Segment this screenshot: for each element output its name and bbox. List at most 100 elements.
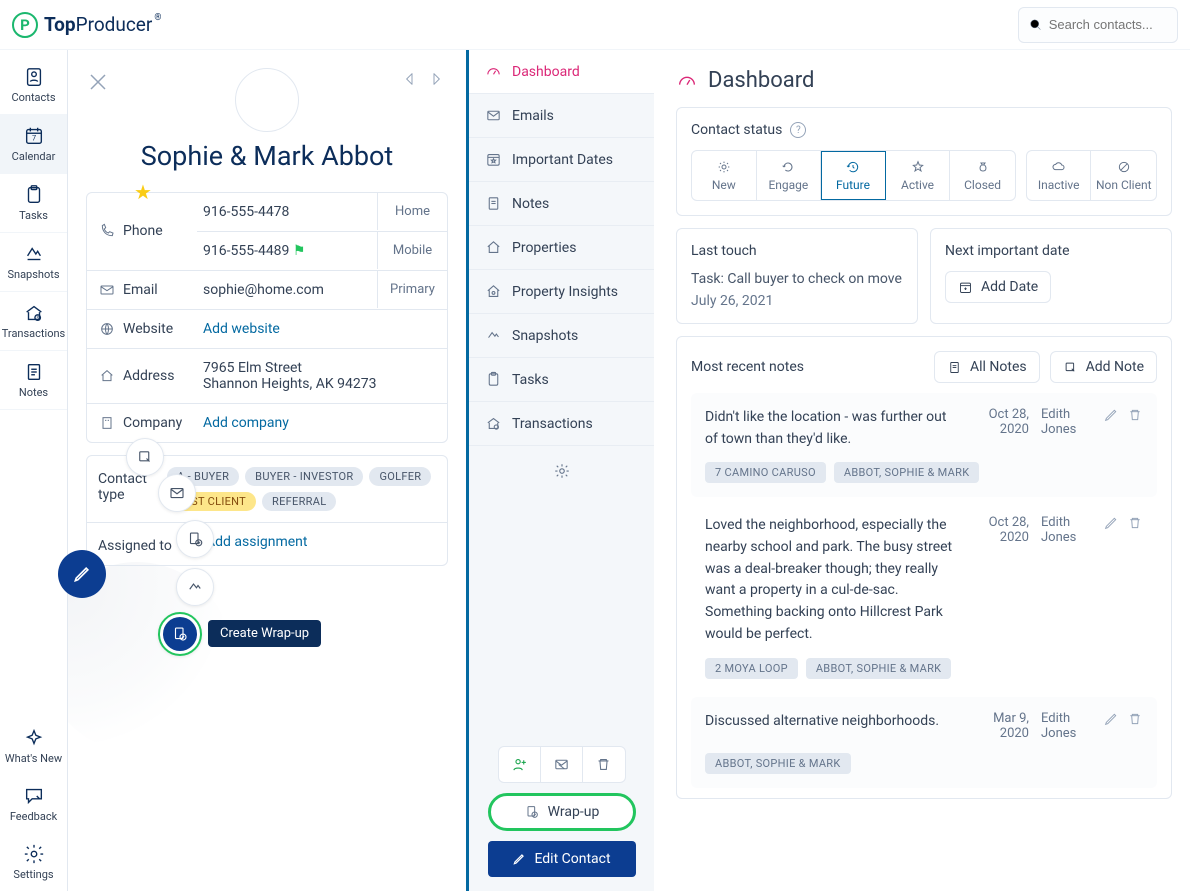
add-contact-button[interactable] [499,747,541,782]
wrapup-button[interactable]: Wrap-up [488,793,636,831]
phone-mobile-row[interactable]: 916-555-4489 ⚑ Mobile [197,232,447,270]
fab-email-button[interactable] [158,474,196,512]
feedback-icon [23,785,45,807]
nav-whats-new[interactable]: What's New [5,717,62,775]
last-touch-panel: Last touch Task: Call buyer to check on … [676,228,918,324]
help-icon[interactable]: ? [790,122,806,138]
trend-icon [485,327,502,344]
flag-icon: ⚑ [293,243,306,259]
company-label: Company [87,404,197,442]
nav-tasks[interactable]: Tasks [0,174,67,233]
fab-main-button[interactable] [58,550,106,598]
logo-mark-icon: P [12,12,38,38]
fab-snapshot-button[interactable] [176,568,214,606]
close-button[interactable] [86,70,110,98]
status-inactive[interactable]: Inactive [1027,151,1092,200]
type-pill[interactable]: GOLFER [369,467,431,486]
tab-property-insights[interactable]: Property Insights [469,270,654,314]
website-label: Website [87,310,197,348]
transactions-icon: $ [23,302,45,324]
favorite-star-icon[interactable]: ★ [134,180,152,205]
note-text: Loved the neighborhood, especially the n… [705,515,953,645]
edit-note-icon[interactable] [1103,711,1119,727]
note-text: Didn't like the location - was further o… [705,407,953,450]
fab-note-button[interactable] [126,438,164,476]
tab-snapshots[interactable]: Snapshots [469,314,654,358]
nav-contacts[interactable]: Contacts [0,56,67,115]
status-new[interactable]: New [692,151,757,200]
tab-dashboard[interactable]: Dashboard [469,50,654,94]
fab-copy-button[interactable] [176,520,214,558]
email-icon [168,484,186,502]
email-row[interactable]: sophie@home.com Primary [197,271,447,309]
unsubscribe-button[interactable] [541,747,583,782]
note-tag[interactable]: ABBOT, SOPHIE & MARK [705,753,851,774]
prev-contact-button[interactable] [402,70,418,92]
note-tag[interactable]: 7 CAMINO CARUSO [705,462,826,483]
type-pill[interactable]: BUYER - INVESTOR [245,467,363,486]
nav-label: Feedback [10,810,57,823]
nav-notes[interactable]: Notes [0,351,67,410]
sparkle-icon [23,727,45,749]
tab-notes[interactable]: Notes [469,182,654,226]
nav-snapshots[interactable]: Snapshots [0,233,67,292]
tab-important-dates[interactable]: Important Dates [469,138,654,182]
nav-transactions[interactable]: $ Transactions [0,292,67,351]
recent-notes-panel: Most recent notes All Notes Add Note Did… [676,336,1172,799]
contact-avatar[interactable] [235,68,299,132]
note-tag[interactable]: ABBOT, SOPHIE & MARK [834,462,980,483]
status-future[interactable]: Future [821,151,886,200]
nav-settings[interactable]: Settings [5,833,62,891]
add-website-link[interactable]: Add website [197,310,447,348]
nav-label: Contacts [11,91,55,104]
tab-tasks[interactable]: Tasks [469,358,654,402]
status-engage[interactable]: Engage [757,151,822,200]
phone-home-row[interactable]: 916-555-4478 Home [197,193,447,232]
calendar-plus-icon [958,280,973,295]
tab-transactions[interactable]: Transactions [469,402,654,446]
type-pill[interactable]: REFERRAL [262,492,336,511]
status-nonclient[interactable]: Non Client [1091,151,1156,200]
last-touch-label: Last touch [691,243,903,259]
add-date-button[interactable]: Add Date [945,271,1051,303]
calendar-icon: 7 [23,125,45,147]
note-tag[interactable]: ABBOT, SOPHIE & MARK [806,658,952,679]
edit-note-icon[interactable] [1103,407,1119,423]
next-date-label: Next important date [945,243,1157,259]
add-note-button[interactable]: Add Note [1050,351,1157,383]
global-search[interactable] [1018,7,1178,43]
gear-icon [23,843,45,865]
next-contact-button[interactable] [428,70,444,92]
home-icon [99,368,115,384]
nav-feedback[interactable]: Feedback [5,775,62,833]
no-entry-icon [1116,159,1132,175]
all-notes-button[interactable]: All Notes [934,351,1040,383]
last-touch-task: Task: Call buyer to check on move [691,271,903,287]
contact-detail-panel: ★ Sophie & Mark Abbot Phone 916-555-4478… [68,50,466,891]
tab-properties[interactable]: Properties [469,226,654,270]
add-assignment-link[interactable]: Add assignment [206,534,307,550]
delete-contact-button[interactable] [583,747,624,782]
status-closed[interactable]: Closed [950,151,1015,200]
history-icon [845,159,861,175]
delete-note-icon[interactable] [1127,515,1143,531]
fab-wrapup-button[interactable] [158,612,202,656]
tabs-settings-button[interactable] [469,446,654,500]
status-active[interactable]: Active [886,151,951,200]
note-tag[interactable]: 2 MOYA LOOP [705,658,798,679]
edit-contact-button[interactable]: Edit Contact [488,841,636,877]
wrapup-icon [524,804,540,820]
add-company-link[interactable]: Add company [197,404,447,442]
email-value: sophie@home.com [197,271,377,309]
delete-note-icon[interactable] [1127,711,1143,727]
nav-calendar[interactable]: 7 Calendar [0,115,67,174]
search-input[interactable] [1049,17,1167,32]
app-logo[interactable]: P TopProducer® [12,12,161,38]
transactions-icon [485,415,502,432]
address-row[interactable]: 7965 Elm StreetShannon Heights, AK 94273 [197,349,447,403]
edit-note-icon[interactable] [1103,515,1119,531]
delete-note-icon[interactable] [1127,407,1143,423]
close-icon [86,70,110,94]
trend-icon [186,578,204,596]
tab-emails[interactable]: Emails [469,94,654,138]
